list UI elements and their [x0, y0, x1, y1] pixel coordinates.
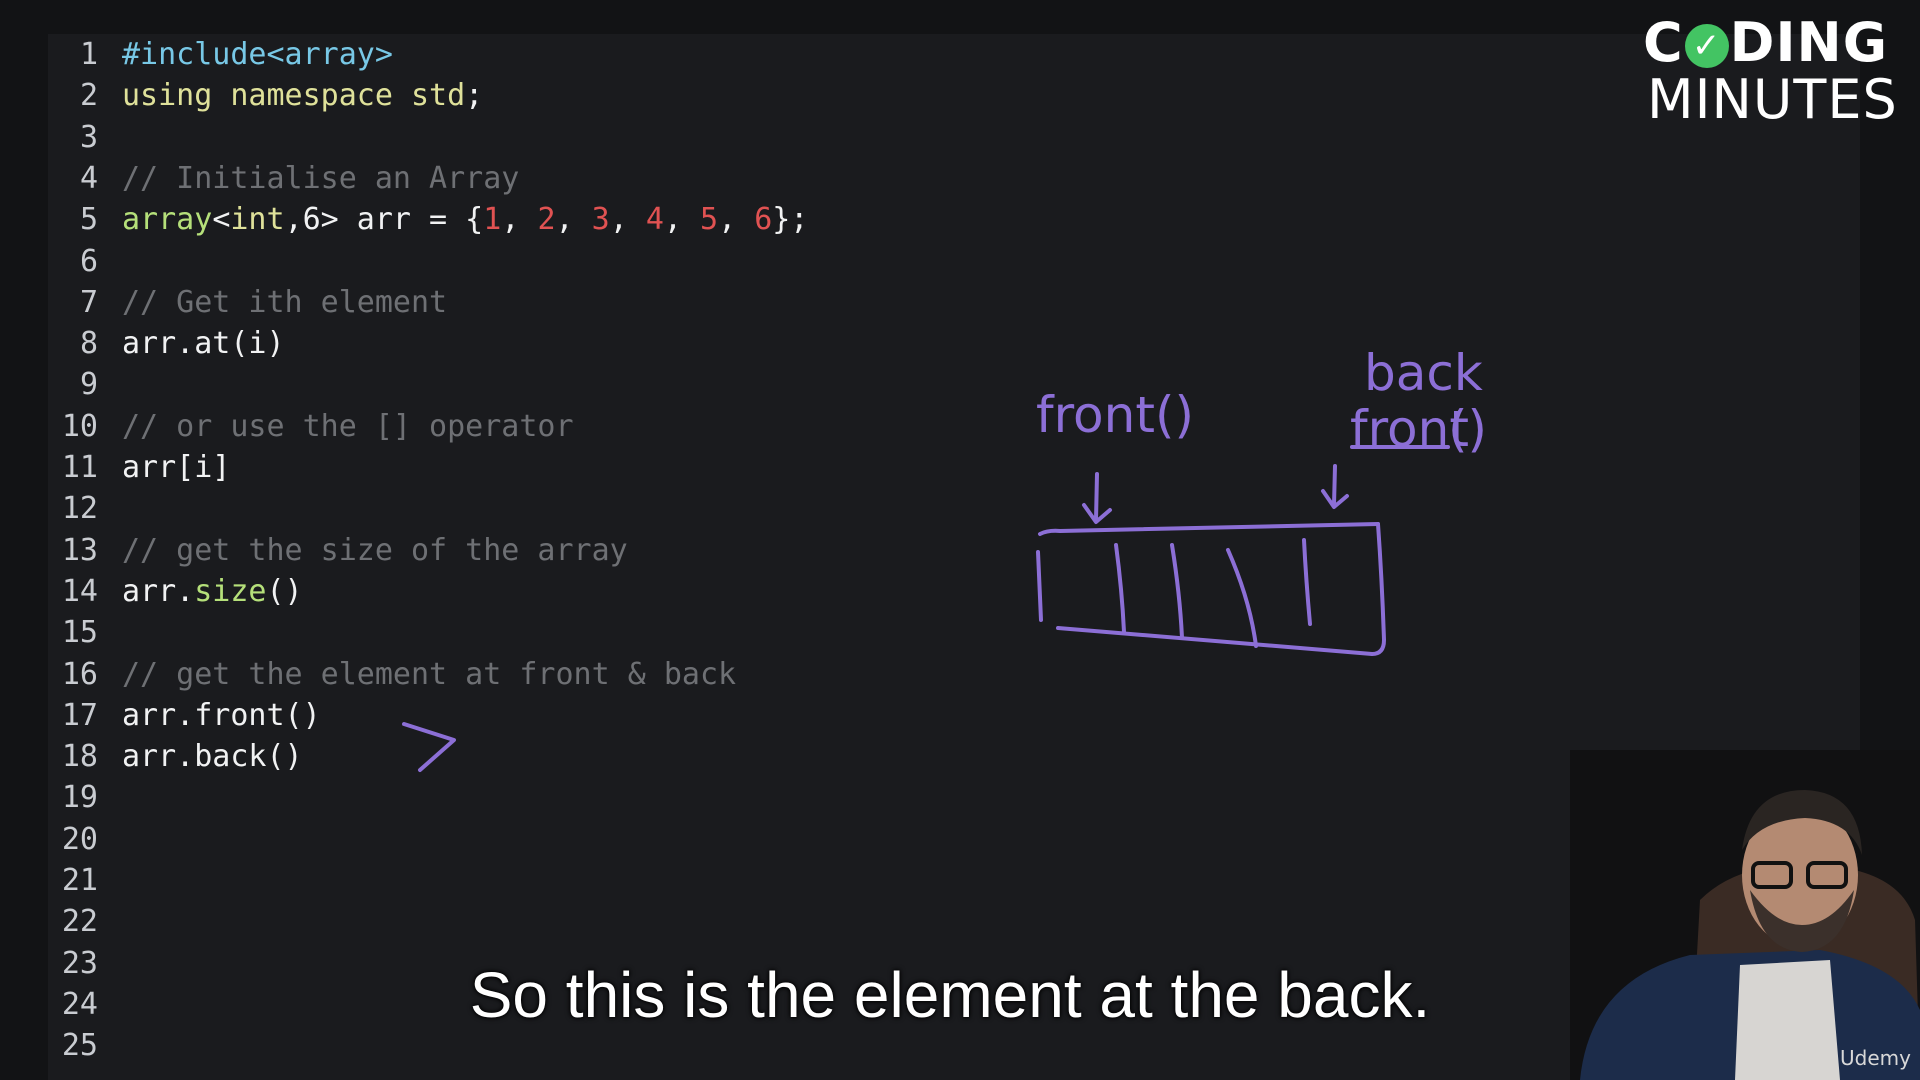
code-token: size	[194, 573, 267, 609]
line-number: 12	[61, 491, 98, 527]
code-line: 1 #include<array>	[48, 34, 393, 75]
line-number: 4	[79, 160, 98, 196]
code-line: 20	[48, 819, 98, 860]
code-line: 3	[48, 117, 98, 158]
code-token: 1	[483, 202, 502, 238]
code-line: 13 // get the size of the array	[48, 530, 628, 571]
line-number: 16	[61, 656, 98, 692]
code-text: // Initialise an Array	[122, 158, 519, 199]
code-token: ,	[609, 202, 646, 238]
line-number: 15	[61, 615, 98, 651]
code-line: 8 arr.at(i)	[48, 323, 285, 364]
code-token: 2	[537, 202, 556, 238]
code-token: ,6> arr = {	[284, 202, 484, 238]
line-number: 9	[79, 367, 98, 403]
code-token: 3	[591, 202, 610, 238]
code-token: arr.at(i)	[122, 326, 285, 362]
code-line: 5 array<int,6> arr = {1, 2, 3, 4, 5, 6};	[48, 199, 808, 240]
code-token: // Initialise an Array	[122, 160, 520, 196]
logo-word-minutes: MINUTES	[1647, 68, 1898, 131]
code-text: // get the element at front & back	[122, 654, 736, 695]
check-circle-icon: ✓	[1684, 24, 1729, 68]
line-number: 6	[79, 243, 98, 279]
code-text: #include<array>	[122, 34, 393, 75]
code-token: // or use the [] operator	[122, 408, 574, 444]
code-line: 22	[48, 901, 98, 942]
code-token: #include<array>	[122, 37, 393, 72]
line-number: 19	[61, 780, 98, 816]
line-number: 21	[61, 863, 98, 898]
code-text: arr.at(i)	[122, 323, 285, 364]
code-token: int	[230, 202, 285, 238]
code-line: 6	[48, 241, 98, 282]
line-number: 2	[79, 78, 98, 114]
code-token: 5	[700, 202, 719, 238]
line-number: 18	[61, 739, 98, 775]
code-token: array	[122, 202, 213, 238]
code-token: ()	[266, 573, 303, 609]
udemy-watermark: Udemy	[1840, 1046, 1911, 1070]
line-number: 1	[79, 37, 98, 72]
code-line: 14 arr.size()	[48, 571, 303, 612]
code-line: 17 arr.front()	[48, 695, 321, 736]
code-token: ,	[501, 202, 538, 238]
code-line: 21	[48, 860, 98, 901]
code-token: <	[212, 202, 231, 238]
code-text: // Get ith element	[122, 282, 447, 323]
code-token: // get the element at front & back	[122, 656, 737, 692]
code-text: using namespace std;	[122, 75, 483, 116]
line-number: 17	[61, 697, 98, 733]
line-number: 13	[61, 532, 98, 568]
line-number: 5	[79, 202, 98, 238]
video-frame: 1 #include<array> 2 using namespace std; 3 4/…	[0, 0, 1920, 1080]
code-line: 12	[48, 488, 98, 529]
code-line: 16 // get the element at front & back	[48, 654, 736, 695]
coding-minutes-logo: C ✓ DING MINUTES	[1643, 11, 1908, 128]
code-token: ;	[465, 78, 484, 114]
code-token: // get the size of the array	[122, 532, 628, 568]
code-text: arr[i]	[122, 447, 230, 488]
line-number: 7	[79, 284, 98, 320]
code-line: 15	[48, 612, 98, 653]
code-token: arr.	[122, 573, 195, 609]
code-line: 19	[48, 777, 98, 818]
code-line: 4 // Initialise an Array	[48, 158, 519, 199]
code-line: 9	[48, 364, 98, 405]
code-token: arr.front()	[122, 697, 321, 733]
code-token: ,	[663, 202, 700, 238]
code-line: 18 arr.back()	[48, 736, 303, 777]
line-number: 20	[61, 821, 98, 857]
code-token: 6	[754, 202, 773, 238]
line-number: 8	[79, 326, 98, 362]
code-text: arr.back()	[122, 736, 303, 777]
code-token: ,	[718, 202, 755, 238]
line-number: 10	[61, 408, 98, 444]
code-line: 7 // Get ith element	[48, 282, 447, 323]
logo-word-ding: DING	[1729, 11, 1889, 74]
line-number: 3	[79, 119, 98, 155]
code-text: array<int,6> arr = {1, 2, 3, 4, 5, 6};	[122, 199, 808, 240]
code-token: };	[772, 202, 809, 238]
code-token: 4	[645, 202, 664, 238]
subtitle-caption: So this is the element at the back.	[469, 959, 1431, 1031]
line-number: 11	[61, 450, 98, 485]
line-number: 14	[61, 573, 98, 609]
code-line: 2 using namespace std;	[48, 75, 483, 116]
code-token: // Get ith element	[122, 284, 448, 320]
code-token: ,	[555, 202, 592, 238]
code-text: // or use the [] operator	[122, 406, 574, 447]
line-number: 22	[61, 904, 98, 940]
code-token: arr[i]	[122, 450, 231, 485]
logo-letter-c: C	[1643, 11, 1684, 74]
code-line: 10 // or use the [] operator	[48, 406, 574, 447]
code-text: arr.size()	[122, 571, 303, 612]
code-token: arr.back()	[122, 739, 303, 775]
code-line: 11 arr[i]	[48, 447, 231, 488]
code-text: arr.front()	[122, 695, 321, 736]
code-token: using namespace std	[122, 78, 466, 114]
code-text: // get the size of the array	[122, 530, 628, 571]
